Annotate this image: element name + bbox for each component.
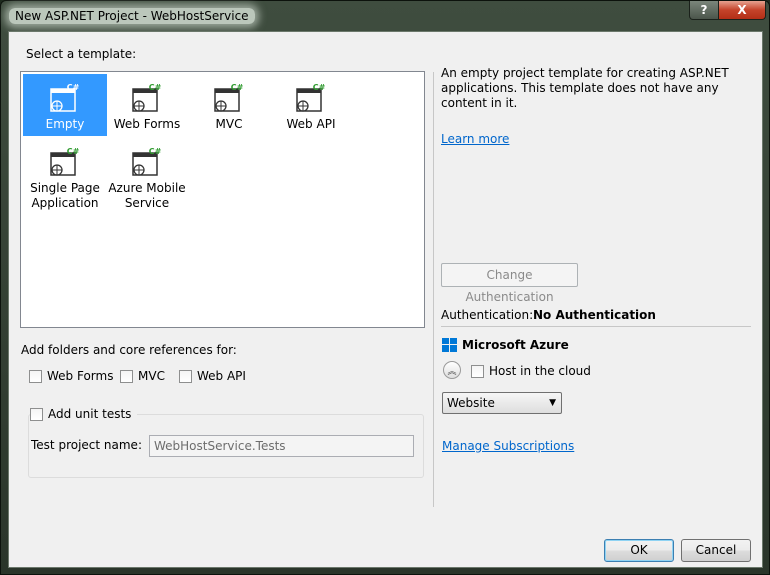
checkbox-label: Host in the cloud <box>489 364 591 378</box>
dialog-window: New ASP.NET Project - WebHostService ? X… <box>0 0 770 575</box>
collapse-expander-button[interactable]: ︽ <box>443 361 461 379</box>
web-api-reference-checkbox[interactable]: Web API <box>179 368 246 384</box>
vertical-divider <box>433 72 434 507</box>
references-label: Add folders and core references for: <box>21 343 237 357</box>
template-web-api[interactable]: C# Web API <box>269 74 353 136</box>
template-label: Single Page Application <box>30 181 100 210</box>
test-project-name-input[interactable] <box>149 435 414 457</box>
hosting-type-dropdown[interactable]: Website ▼ <box>442 392 562 414</box>
template-label: Web API <box>286 117 336 131</box>
window-title: New ASP.NET Project - WebHostService <box>9 8 255 24</box>
authentication-value: No Authentication <box>533 308 656 322</box>
host-in-cloud-checkbox[interactable]: Host in the cloud <box>471 363 591 379</box>
test-project-name-label: Test project name: <box>31 438 142 452</box>
authentication-divider <box>441 326 751 327</box>
checkbox-box[interactable] <box>29 369 42 383</box>
template-list[interactable]: C# Empty C# Web Forms C# MVC C# Web API … <box>20 71 425 328</box>
template-empty[interactable]: C# Empty <box>23 74 107 136</box>
mvc-template-icon: C# <box>214 83 244 112</box>
template-label: Azure Mobile Service <box>108 181 186 210</box>
dialog-body: Select a template: C# Empty C# Web Forms… <box>8 31 763 568</box>
csharp-badge: C# <box>313 83 326 92</box>
dropdown-value: Website <box>447 396 495 410</box>
learn-more-link[interactable]: Learn more <box>441 132 509 146</box>
microsoft-azure-title: Microsoft Azure <box>462 338 569 352</box>
ok-button[interactable]: OK <box>604 539 674 562</box>
help-button[interactable]: ? <box>689 1 719 20</box>
csharp-badge: C# <box>149 147 162 156</box>
csharp-badge: C# <box>67 83 80 92</box>
checkbox-label: MVC <box>138 369 165 383</box>
template-single-page-application[interactable]: C# Single Page Application <box>23 138 107 210</box>
template-label: Empty <box>45 117 85 131</box>
template-label: MVC <box>215 117 243 131</box>
chevron-up-icon: ︽ <box>447 366 457 377</box>
empty-template-icon: C# <box>50 83 80 112</box>
template-web-forms[interactable]: C# Web Forms <box>105 74 189 136</box>
authentication-label: Authentication: <box>441 308 534 322</box>
checkbox-box[interactable] <box>30 407 43 421</box>
checkbox-box[interactable] <box>179 369 192 383</box>
csharp-badge: C# <box>231 83 244 92</box>
checkbox-label: Web Forms <box>47 369 114 383</box>
template-mvc[interactable]: C# MVC <box>187 74 271 136</box>
mvc-reference-checkbox[interactable]: MVC <box>120 368 165 384</box>
web-forms-template-icon: C# <box>132 83 162 112</box>
checkbox-box[interactable] <box>120 369 133 383</box>
azure-mobile-template-icon: C# <box>132 147 162 176</box>
csharp-badge: C# <box>67 147 80 156</box>
close-button[interactable]: X <box>718 1 766 20</box>
change-authentication-button[interactable]: Change Authentication <box>441 263 578 304</box>
template-label: Web Forms <box>113 117 181 131</box>
web-api-template-icon: C# <box>296 83 326 112</box>
cancel-button[interactable]: Cancel <box>681 539 751 562</box>
web-forms-reference-checkbox[interactable]: Web Forms <box>29 368 113 384</box>
dropdown-arrow-icon: ▼ <box>549 398 556 408</box>
manage-subscriptions-link[interactable]: Manage Subscriptions <box>442 439 574 453</box>
checkbox-box[interactable] <box>471 364 484 378</box>
close-icon: X <box>737 3 747 17</box>
title-bar[interactable]: New ASP.NET Project - WebHostService ? X <box>1 1 769 31</box>
add-unit-tests-checkbox[interactable]: Add unit tests <box>30 406 138 422</box>
spa-template-icon: C# <box>50 147 80 176</box>
windows-logo-icon <box>442 338 457 352</box>
help-icon: ? <box>700 3 708 17</box>
template-description: An empty project template for creating A… <box>441 66 729 110</box>
template-azure-mobile-service[interactable]: C# Azure Mobile Service <box>105 138 189 210</box>
csharp-badge: C# <box>149 83 162 92</box>
checkbox-label: Add unit tests <box>48 407 132 421</box>
select-template-label: Select a template: <box>26 47 137 61</box>
checkbox-label: Web API <box>197 369 246 383</box>
